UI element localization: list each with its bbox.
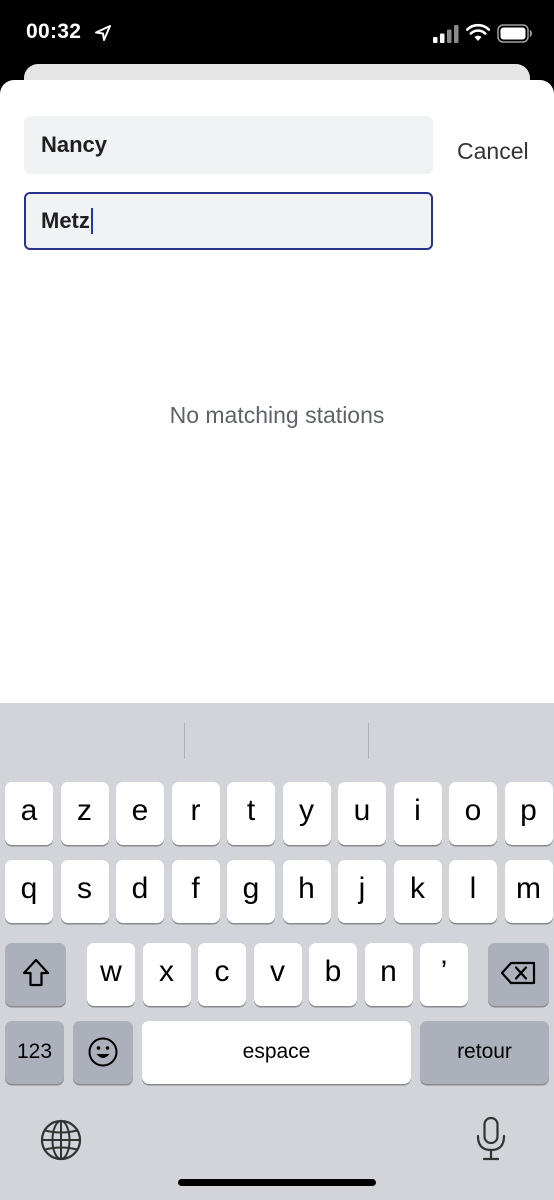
key-3-row2[interactable]: f bbox=[171, 860, 220, 923]
emoji-icon bbox=[88, 1037, 118, 1067]
key-6-row1[interactable]: u bbox=[338, 782, 386, 845]
shift-icon bbox=[22, 958, 49, 987]
microphone-icon[interactable] bbox=[474, 1116, 508, 1162]
key-1-row2[interactable]: s bbox=[60, 860, 109, 923]
key-4-row1[interactable]: t bbox=[227, 782, 275, 845]
backspace-icon bbox=[500, 961, 535, 985]
key-5-row3[interactable]: n bbox=[364, 943, 413, 1006]
return-key[interactable]: retour bbox=[420, 1021, 549, 1084]
key-5-row2[interactable]: h bbox=[282, 860, 331, 923]
key-3-row1[interactable]: r bbox=[171, 782, 220, 845]
status-time: 00:32 bbox=[26, 20, 82, 43]
arrival-station-field[interactable]: Metz bbox=[24, 192, 433, 250]
suggestion-divider bbox=[368, 723, 369, 759]
key-8-row1[interactable]: o bbox=[449, 782, 497, 845]
key-9-row2[interactable]: m bbox=[504, 860, 553, 923]
location-arrow-icon bbox=[95, 25, 111, 41]
numbers-key[interactable]: 123 bbox=[5, 1021, 64, 1084]
key-8-row2[interactable]: l bbox=[449, 860, 497, 923]
key-5-row1[interactable]: y bbox=[282, 782, 331, 845]
key-2-row2[interactable]: d bbox=[116, 860, 164, 923]
key-7-row2[interactable]: k bbox=[393, 860, 442, 923]
globe-icon[interactable] bbox=[40, 1119, 82, 1161]
text-cursor bbox=[90, 207, 93, 234]
key-2-row3[interactable]: c bbox=[198, 943, 246, 1006]
key-1-row3[interactable]: x bbox=[142, 943, 191, 1006]
empty-results-message: No matching stations bbox=[169, 402, 385, 428]
key-0-row3[interactable]: w bbox=[87, 943, 135, 1006]
key-6-row2[interactable]: j bbox=[338, 860, 386, 923]
key-0-row1[interactable]: a bbox=[5, 782, 53, 845]
key-4-row2[interactable]: g bbox=[227, 860, 275, 923]
keyboard: 123 espace retour azertyuiop qsdfghjklm wx… bbox=[0, 703, 554, 1200]
home-indicator bbox=[178, 1179, 376, 1186]
emoji-key[interactable] bbox=[73, 1021, 133, 1084]
key-1-row1[interactable]: z bbox=[60, 782, 109, 845]
cancel-button[interactable]: Cancel bbox=[457, 138, 529, 165]
backspace-key[interactable] bbox=[488, 943, 549, 1006]
key-6-row3[interactable]: ’ bbox=[420, 943, 468, 1006]
key-3-row3[interactable]: v bbox=[253, 943, 302, 1006]
suggestion-divider bbox=[184, 723, 185, 759]
wifi-icon bbox=[466, 23, 490, 41]
arrival-station-value: Metz bbox=[41, 208, 90, 233]
departure-station-value: Nancy bbox=[41, 132, 108, 157]
departure-station-field[interactable]: Nancy bbox=[24, 116, 433, 174]
status-bar: 00:32 bbox=[0, 0, 554, 66]
key-9-row1[interactable]: p bbox=[504, 782, 553, 845]
key-4-row3[interactable]: b bbox=[309, 943, 357, 1006]
space-key[interactable]: espace bbox=[142, 1021, 411, 1084]
battery-icon bbox=[497, 24, 532, 43]
key-0-row2[interactable]: q bbox=[5, 860, 53, 923]
shift-key[interactable] bbox=[5, 943, 66, 1006]
key-2-row1[interactable]: e bbox=[116, 782, 164, 845]
key-7-row1[interactable]: i bbox=[393, 782, 442, 845]
cellular-signal-icon bbox=[433, 25, 459, 43]
